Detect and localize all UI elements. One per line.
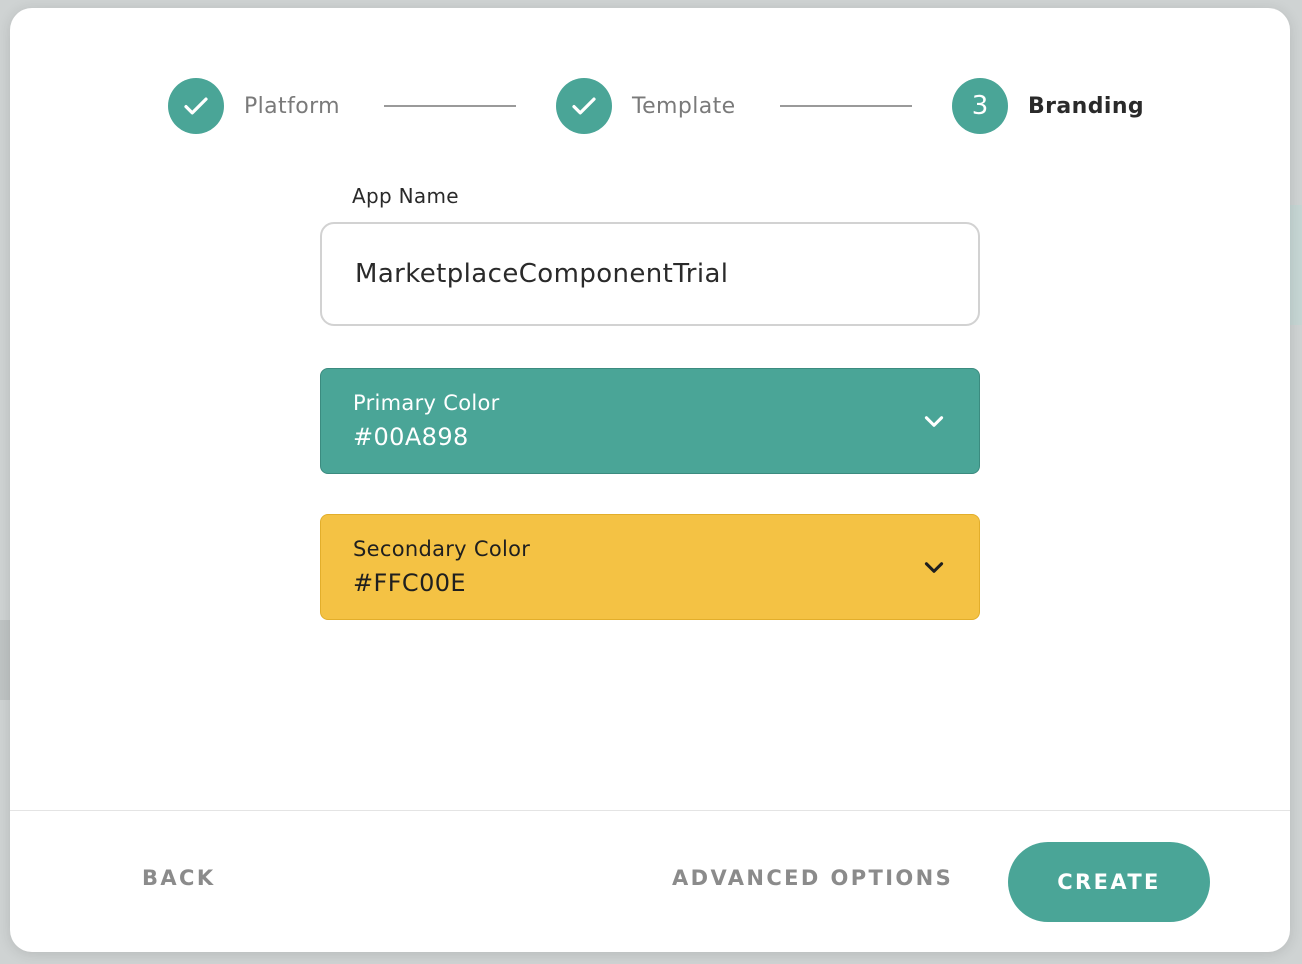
chevron-down-icon xyxy=(924,416,944,427)
step-label: Template xyxy=(632,93,736,119)
step-complete-badge xyxy=(168,78,224,134)
create-button[interactable]: CREATE xyxy=(1008,842,1210,922)
step-label: Branding xyxy=(1028,93,1145,119)
primary-color-label: Primary Color xyxy=(353,391,500,415)
step-branding[interactable]: 3 Branding xyxy=(952,78,1144,134)
step-platform[interactable]: Platform xyxy=(168,78,340,134)
back-button[interactable]: BACK xyxy=(142,866,216,890)
step-label: Platform xyxy=(244,93,340,119)
chevron-down-icon xyxy=(924,562,944,573)
stepper: Platform Template 3 Branding xyxy=(10,78,1290,134)
primary-color-select[interactable]: Primary Color #00A898 xyxy=(320,368,980,474)
step-complete-badge xyxy=(556,78,612,134)
checkmark-icon xyxy=(184,97,208,115)
footer-divider xyxy=(10,810,1290,811)
step-template[interactable]: Template xyxy=(556,78,736,134)
app-name-input[interactable] xyxy=(320,222,980,326)
step-connector xyxy=(384,105,516,107)
backdrop xyxy=(1290,205,1302,325)
secondary-color-label: Secondary Color xyxy=(353,537,531,561)
primary-color-value: #00A898 xyxy=(353,423,469,451)
app-name-label: App Name xyxy=(352,184,459,208)
secondary-color-value: #FFC00E xyxy=(353,569,466,597)
create-app-modal: Platform Template 3 Branding App Name Pr… xyxy=(10,8,1290,952)
step-number-badge: 3 xyxy=(952,78,1008,134)
step-connector xyxy=(780,105,912,107)
checkmark-icon xyxy=(572,97,596,115)
advanced-options-button[interactable]: ADVANCED OPTIONS xyxy=(672,866,953,890)
secondary-color-select[interactable]: Secondary Color #FFC00E xyxy=(320,514,980,620)
